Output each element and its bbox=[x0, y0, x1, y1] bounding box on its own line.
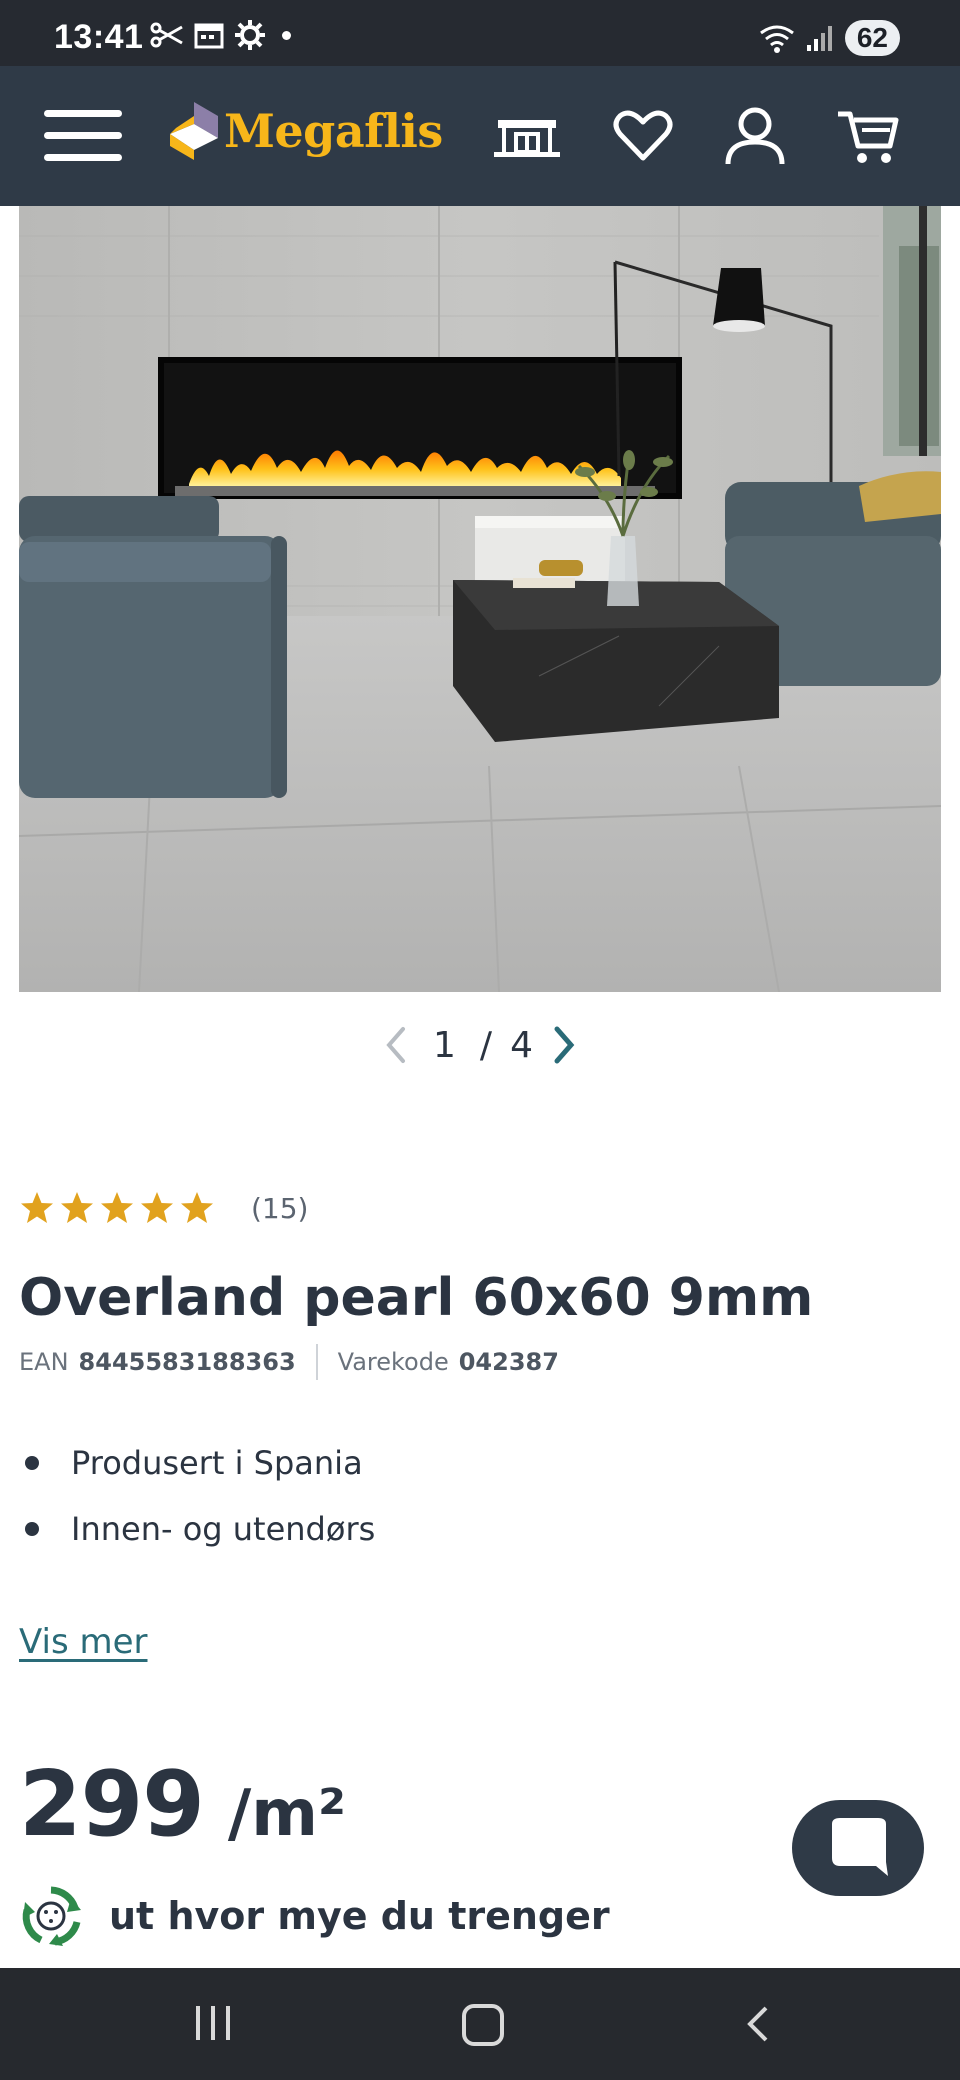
logo[interactable]: Megaflis bbox=[166, 98, 443, 164]
status-bar: 13:41 62 bbox=[0, 0, 960, 66]
quantity-calculator-link[interactable]: ut hvor mye du trenger bbox=[19, 1884, 610, 1948]
system-nav-bar bbox=[0, 1968, 960, 2080]
codes-divider bbox=[315, 1344, 318, 1380]
wifi-icon bbox=[759, 25, 794, 53]
heart-icon[interactable] bbox=[610, 106, 676, 166]
ean-value: 8445583188363 bbox=[78, 1348, 296, 1376]
product-features: Produsert i Spania Innen- og utendørs bbox=[19, 1430, 375, 1562]
rating-stars bbox=[19, 1190, 215, 1226]
cart-icon[interactable] bbox=[836, 106, 902, 166]
show-more-link[interactable]: Vis mer bbox=[19, 1622, 148, 1662]
price-unit: /m² bbox=[227, 1777, 346, 1851]
logo-text: Megaflis bbox=[224, 104, 443, 158]
chevron-left-icon[interactable] bbox=[383, 1025, 409, 1065]
gallery-pager: 1 / 4 bbox=[0, 1020, 960, 1070]
scissors-icon bbox=[150, 22, 183, 48]
price-value: 299 bbox=[19, 1752, 205, 1857]
review-count[interactable]: (15) bbox=[251, 1192, 308, 1225]
recent-apps-icon[interactable] bbox=[196, 2006, 230, 2040]
product-price: 299 /m² bbox=[19, 1752, 346, 1857]
chat-bubble-icon bbox=[832, 1818, 888, 1876]
app-header: Megaflis bbox=[0, 66, 960, 206]
product-image[interactable] bbox=[19, 206, 941, 992]
home-icon[interactable] bbox=[462, 2004, 504, 2046]
product-rating[interactable]: (15) bbox=[19, 1190, 308, 1226]
menu-icon[interactable] bbox=[44, 106, 124, 166]
calculator-text: ut hvor mye du trenger bbox=[109, 1894, 610, 1938]
feature-text: Produsert i Spania bbox=[71, 1444, 363, 1482]
star-icon bbox=[61, 1192, 93, 1223]
product-codes: EAN 8445583188363 Varekode 042387 bbox=[19, 1344, 559, 1380]
status-time: 13:41 bbox=[54, 18, 144, 56]
sku-value: 042387 bbox=[458, 1348, 559, 1376]
gallery-total: 4 bbox=[510, 1024, 533, 1066]
gear-icon bbox=[235, 20, 265, 50]
logo-mark-icon bbox=[170, 102, 218, 160]
status-right: 62 bbox=[759, 20, 900, 56]
back-icon[interactable] bbox=[738, 2004, 778, 2044]
ean-label: EAN bbox=[19, 1348, 69, 1376]
product-title: Overland pearl 60x60 9mm bbox=[19, 1268, 814, 1328]
signal-icon bbox=[806, 26, 832, 51]
list-item: Innen- og utendørs bbox=[19, 1496, 375, 1562]
chat-button[interactable] bbox=[792, 1800, 924, 1896]
status-notification-icons bbox=[150, 20, 291, 50]
calculator-recycle-icon bbox=[22, 1886, 81, 1946]
feature-text: Innen- og utendørs bbox=[71, 1510, 376, 1548]
bullet-dot bbox=[25, 1456, 39, 1470]
star-icon bbox=[141, 1192, 173, 1223]
gallery-separator: / bbox=[479, 1024, 493, 1066]
sku-label: Varekode bbox=[337, 1348, 449, 1376]
gallery-current: 1 bbox=[433, 1024, 456, 1066]
account-icon[interactable] bbox=[722, 106, 788, 166]
battery-indicator: 62 bbox=[844, 20, 900, 56]
calendar-icon bbox=[194, 23, 224, 49]
living-room-scene-image bbox=[19, 206, 941, 992]
bullet-dot bbox=[25, 1522, 39, 1536]
store-icon[interactable] bbox=[494, 106, 560, 166]
chevron-right-icon[interactable] bbox=[551, 1025, 577, 1065]
star-icon bbox=[181, 1192, 213, 1223]
star-icon bbox=[101, 1192, 133, 1223]
star-icon bbox=[21, 1192, 53, 1223]
list-item: Produsert i Spania bbox=[19, 1430, 375, 1496]
notification-dot bbox=[282, 30, 291, 40]
